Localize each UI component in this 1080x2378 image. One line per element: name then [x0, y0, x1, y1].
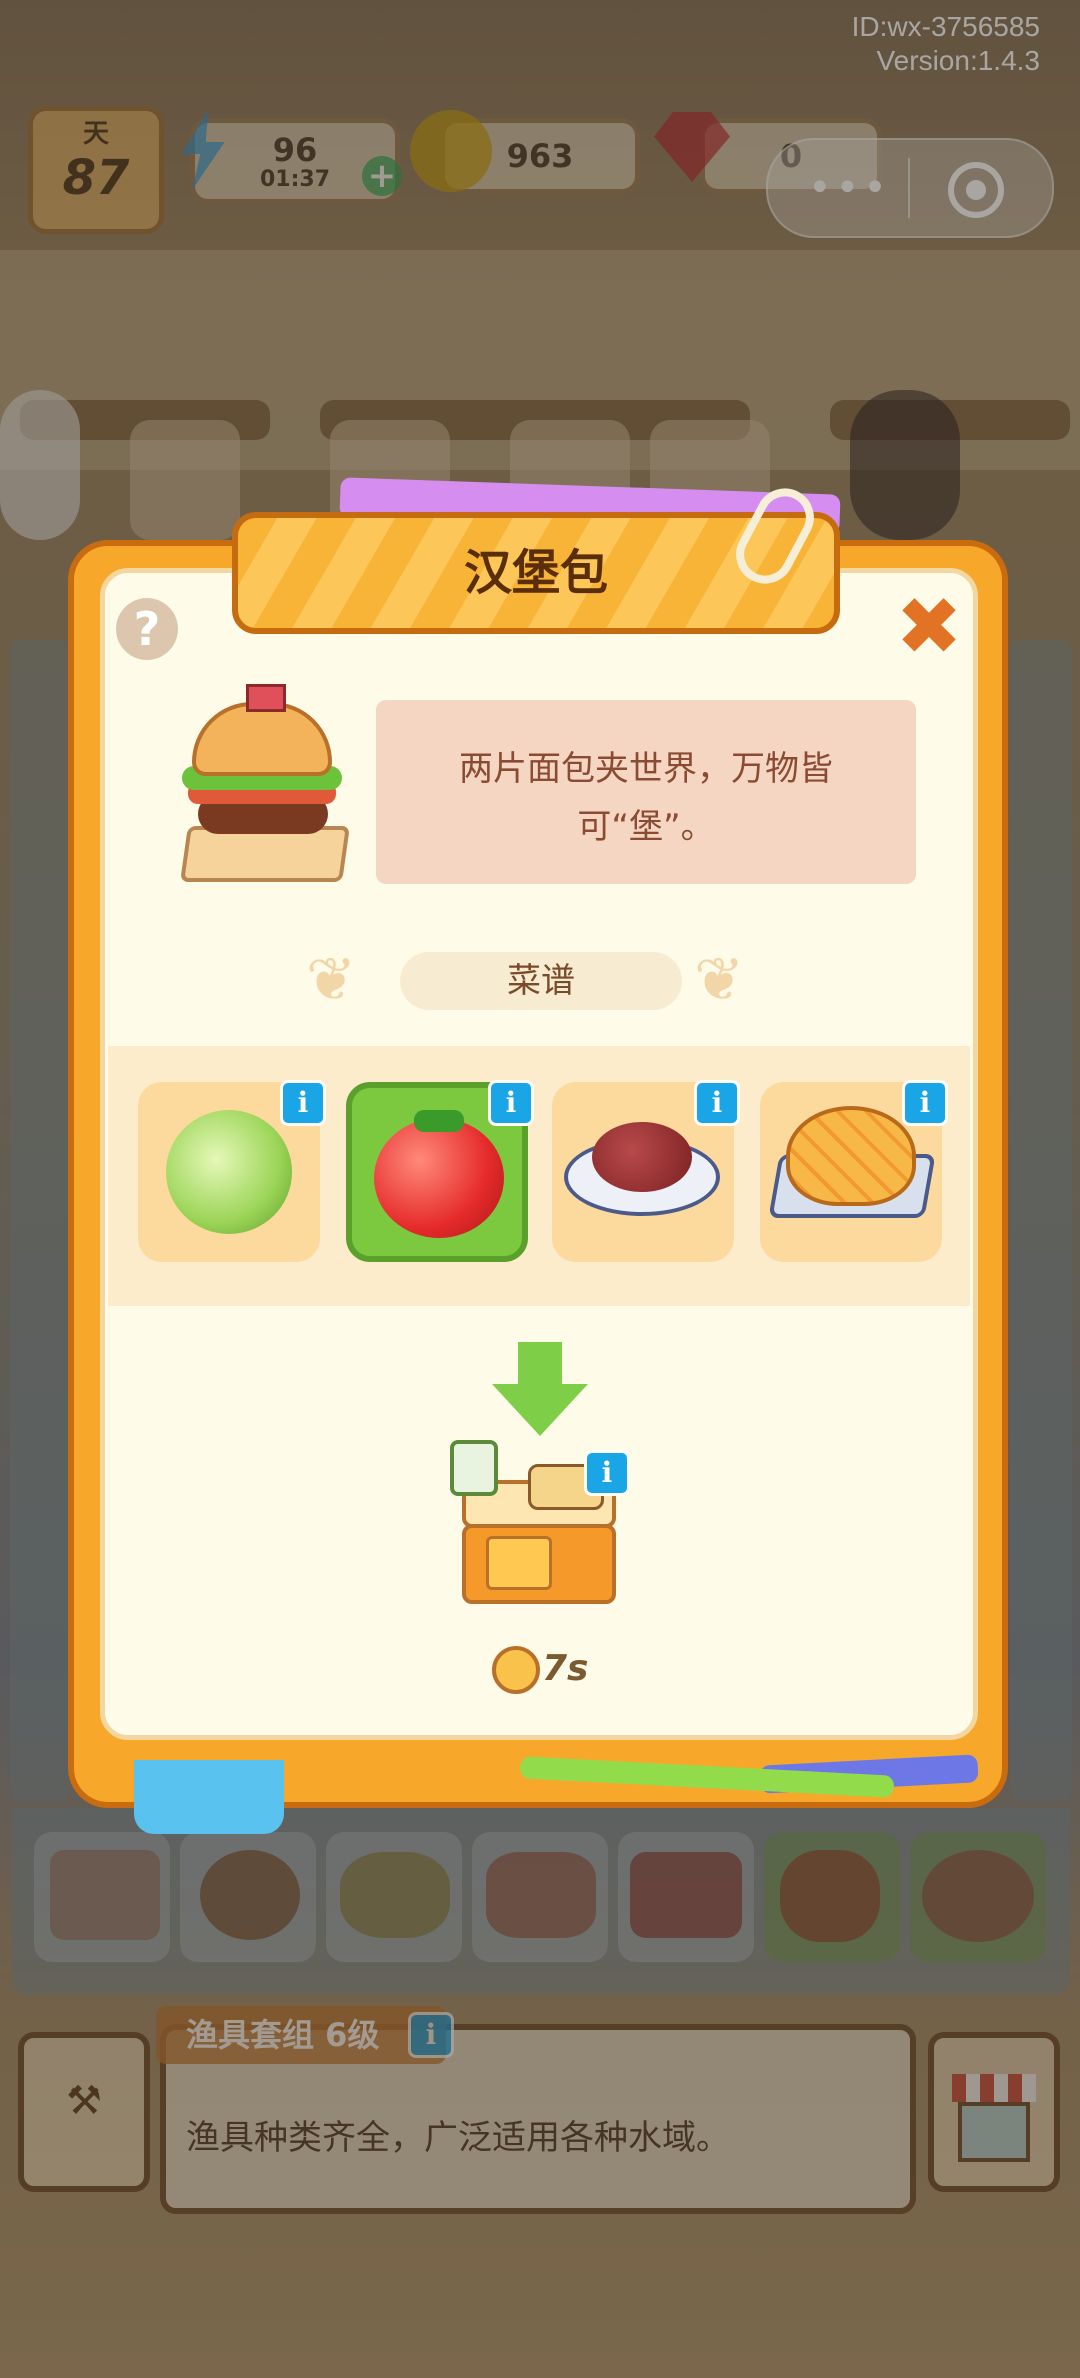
ribbon-decoration: [134, 1760, 284, 1834]
ingredient-info-icon[interactable]: i: [694, 1080, 740, 1126]
help-icon[interactable]: ?: [116, 598, 178, 660]
hourglass-icon: [450, 1440, 498, 1496]
tomato-icon: [374, 1118, 504, 1238]
lettuce-icon: [166, 1110, 292, 1234]
bun-icon: [786, 1106, 916, 1206]
hamburger-icon: [176, 684, 350, 890]
stopwatch-icon: [492, 1646, 540, 1694]
ingredient-info-icon[interactable]: i: [280, 1080, 326, 1126]
station-info-icon[interactable]: i: [584, 1450, 630, 1496]
patty-icon: [592, 1122, 692, 1192]
dish-description: 两片面包夹世界，万物皆可“堡”。: [459, 749, 833, 847]
ingredient-info-icon[interactable]: i: [488, 1080, 534, 1126]
ingredient-info-icon[interactable]: i: [902, 1080, 948, 1126]
recipe-label: 菜谱: [507, 961, 575, 1001]
cook-time: 7s: [542, 1648, 589, 1689]
left-ornament-icon: ❦: [306, 945, 357, 1015]
down-arrow-icon: [518, 1342, 562, 1386]
right-ornament-icon: ❦: [694, 945, 745, 1015]
close-icon[interactable]: ✖: [894, 587, 964, 667]
